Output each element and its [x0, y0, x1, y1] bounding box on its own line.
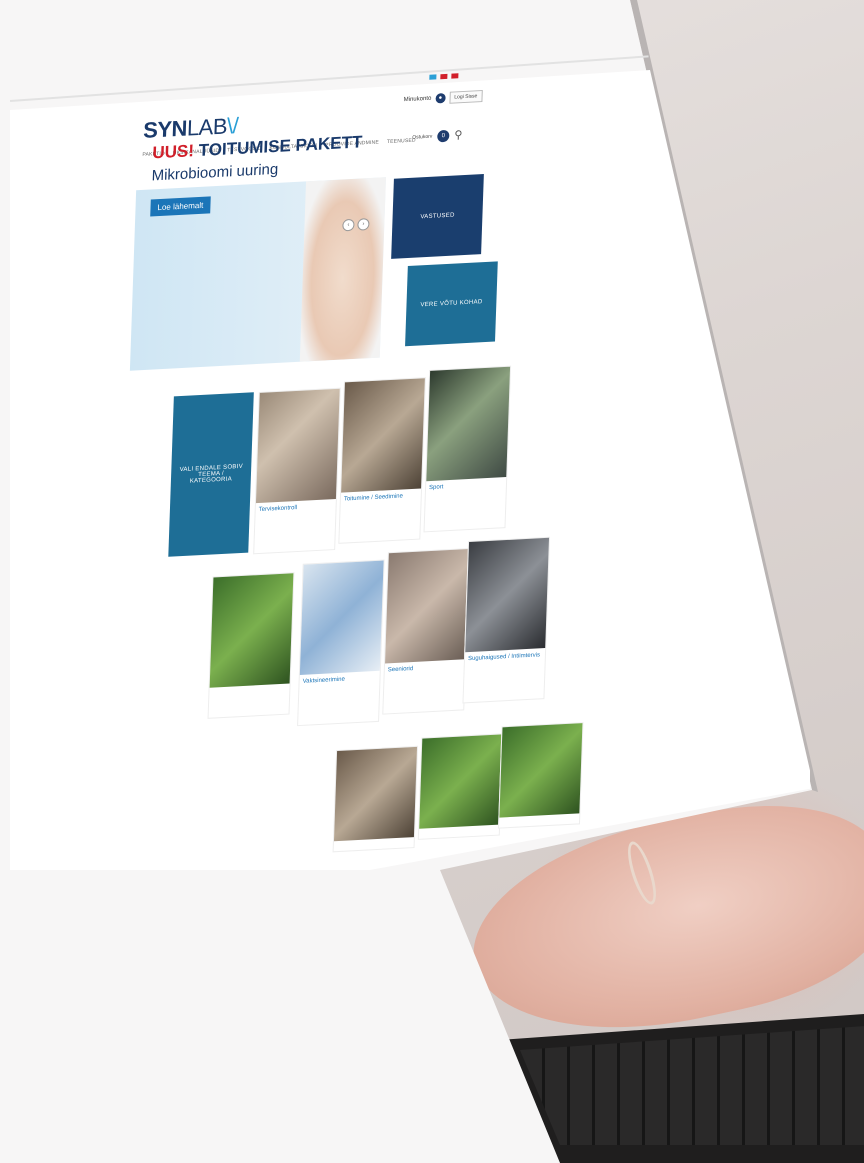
- flag-rus[interactable]: [440, 73, 448, 80]
- category-card-family[interactable]: [207, 572, 295, 719]
- flag-eng[interactable]: [451, 73, 459, 79]
- user-icon[interactable]: ●: [435, 92, 446, 104]
- category-card-row3-b[interactable]: [417, 733, 504, 840]
- results-tile-label: VASTUSED: [420, 212, 455, 221]
- card-photo: [209, 573, 294, 688]
- category-card-row3-a[interactable]: [332, 745, 419, 853]
- choose-tile-label: VALI ENDALE SOBIV TEEMA / KATEGOORIA: [179, 463, 244, 485]
- cart-label[interactable]: Ostukorv: [412, 133, 432, 140]
- card-label: Seeniorid: [387, 666, 414, 674]
- banner-new-label: UUS!: [152, 141, 195, 163]
- language-flags[interactable]: [429, 73, 459, 80]
- card-photo: [299, 560, 384, 675]
- banner-photo: [299, 177, 387, 362]
- blood-sampling-tile[interactable]: VERE VÕTU KOHAD: [405, 261, 498, 347]
- card-photo: [385, 549, 469, 664]
- category-card-seniors[interactable]: Seeniorid: [382, 547, 470, 715]
- account-area: Minukonto ● Logi Sisse: [403, 90, 483, 106]
- next-arrow-icon[interactable]: ›: [357, 218, 370, 231]
- category-card-intimate-health[interactable]: Suguhaigused / Intiimtervis: [462, 536, 551, 704]
- category-card-nutrition[interactable]: Toitumine / Seedimine: [338, 377, 426, 544]
- prev-arrow-icon[interactable]: ‹: [342, 218, 355, 232]
- card-label: Suguhaigused / Intiimtervis: [467, 652, 541, 663]
- card-label: Tervisekontroll: [258, 505, 298, 514]
- banner-arrows: ‹ ›: [342, 218, 370, 232]
- card-photo: [341, 378, 425, 493]
- card-photo: [255, 388, 340, 504]
- photo-scene: SYNLAB\/ Minukonto ● Logi Sisse PAKETID …: [0, 0, 864, 1163]
- card-label: Vaktsineerimine: [302, 676, 345, 685]
- search-icon[interactable]: ⚲: [454, 128, 463, 141]
- choose-category-tile[interactable]: VALI ENDALE SOBIV TEEMA / KATEGOORIA: [168, 392, 254, 557]
- flag-est[interactable]: [429, 74, 437, 80]
- results-tile[interactable]: VASTUSED: [391, 173, 484, 259]
- logo-mark: \/: [226, 112, 239, 139]
- my-account-link[interactable]: Minukonto: [404, 96, 432, 103]
- card-photo: [426, 366, 511, 482]
- category-card-row3-c[interactable]: [497, 722, 584, 829]
- read-more-button[interactable]: Loe lähemalt: [150, 196, 211, 217]
- category-card-health[interactable]: Tervisekontroll: [253, 387, 341, 555]
- category-card-sport[interactable]: Sport: [423, 365, 512, 533]
- cart-count: 0: [441, 132, 446, 139]
- cart-icon[interactable]: 0: [437, 129, 450, 142]
- card-photo: [499, 723, 583, 818]
- card-photo: [333, 746, 418, 842]
- banner-subtitle: Mikrobioomi uuring: [151, 160, 279, 185]
- cart-search-area: Ostukorv 0 ⚲: [412, 128, 463, 144]
- card-label: Toitumine / Seedimine: [343, 493, 403, 503]
- card-photo: [419, 734, 503, 829]
- logo-syn: SYN: [142, 115, 188, 143]
- logo-lab: LAB: [186, 113, 228, 141]
- card-label: Sport: [428, 484, 444, 492]
- website-page: SYNLAB\/ Minukonto ● Logi Sisse PAKETID …: [115, 59, 584, 853]
- card-photo: [465, 537, 550, 653]
- blood-tile-label: VERE VÕTU KOHAD: [420, 299, 483, 309]
- category-card-vaccination[interactable]: Vaktsineerimine: [297, 559, 385, 727]
- login-button[interactable]: Logi Sisse: [449, 90, 483, 104]
